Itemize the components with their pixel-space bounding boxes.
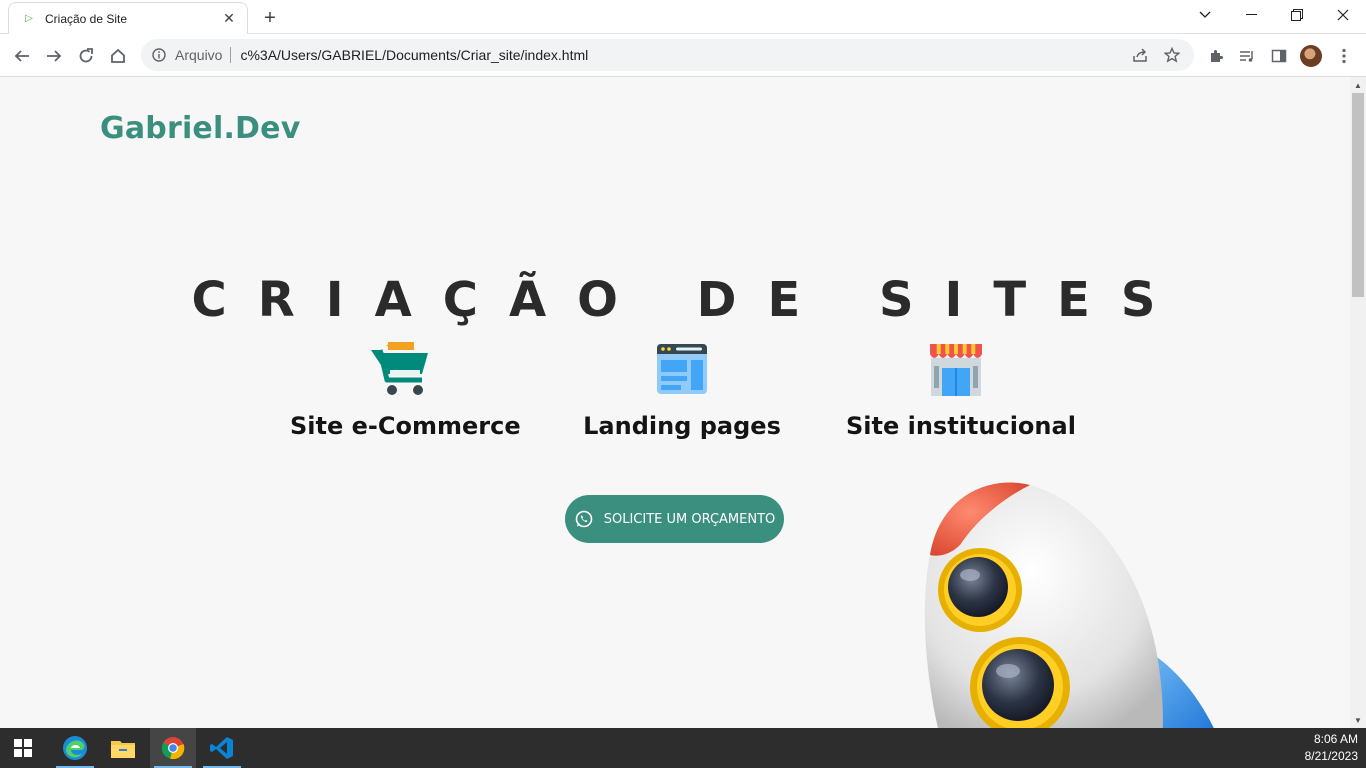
tab-title: Criação de Site (45, 11, 128, 26)
side-panel-button[interactable] (1265, 42, 1293, 70)
request-quote-button[interactable]: SOLICITE UM ORÇAMENTO (565, 495, 784, 543)
minimize-button[interactable] (1228, 0, 1274, 30)
media-control-button[interactable] (1233, 42, 1261, 70)
service-label: Site e-Commerce (290, 412, 521, 440)
avatar (1300, 45, 1322, 67)
browser-tab[interactable]: ▷ Criação de Site ✕ (8, 2, 248, 34)
file-explorer-icon (111, 741, 135, 758)
profile-button[interactable] (1297, 42, 1325, 70)
share-icon[interactable] (1128, 43, 1152, 67)
reload-button[interactable] (72, 42, 100, 70)
page-favicon-icon: ▷ (25, 13, 33, 24)
address-scheme-label: Arquivo (175, 47, 223, 63)
clock-date: 8/21/2023 (1304, 749, 1358, 763)
page-viewport: Gabriel.Dev CRIAÇÃO DE SITES Site e-Comm… (0, 77, 1350, 728)
site-logo[interactable]: Gabriel.Dev (100, 111, 300, 146)
address-bar[interactable]: Arquivo c%3A/Users/GABRIEL/Documents/Cri… (141, 39, 1194, 71)
taskbar-vscode[interactable] (199, 728, 245, 768)
chrome-icon (161, 737, 185, 760)
site-info-icon[interactable] (151, 47, 167, 63)
restore-button[interactable] (1274, 0, 1320, 30)
service-institucional: Site institucional (846, 342, 1076, 440)
close-tab-icon[interactable]: ✕ (221, 10, 237, 27)
close-window-button[interactable] (1320, 0, 1366, 30)
minimize-icon (1245, 14, 1257, 15)
start-button[interactable] (0, 728, 46, 768)
reload-icon (79, 48, 93, 63)
forward-button[interactable] (40, 42, 68, 70)
browser-toolbar: Arquivo c%3A/Users/GABRIEL/Documents/Cri… (0, 34, 1366, 77)
kebab-menu-icon (1342, 48, 1346, 64)
storefront-icon (930, 344, 982, 396)
scrollbar-thumb[interactable] (1352, 93, 1364, 297)
request-quote-label: SOLICITE UM ORÇAMENTO (603, 511, 776, 527)
playlist-icon (1240, 51, 1253, 62)
address-separator (230, 47, 232, 63)
tab-search-button[interactable] (1182, 0, 1228, 30)
browser-window-icon (657, 344, 707, 394)
edge-icon (63, 736, 87, 760)
extensions-button[interactable] (1202, 42, 1230, 70)
service-label: Site institucional (846, 412, 1076, 440)
side-panel-icon (1271, 49, 1287, 63)
vscode-icon (210, 737, 233, 759)
taskbar-edge[interactable] (52, 728, 98, 768)
bookmark-star-icon[interactable] (1160, 43, 1184, 67)
arrow-right-icon (47, 50, 62, 62)
menu-button[interactable] (1330, 42, 1358, 70)
hero-title: CRIAÇÃO DE SITES (191, 272, 1187, 328)
service-label: Landing pages (583, 412, 781, 440)
taskbar-chrome[interactable] (150, 728, 196, 768)
shopping-cart-icon (371, 342, 428, 395)
chevron-down-icon (1199, 11, 1211, 18)
puzzle-icon (1211, 50, 1223, 62)
restore-icon (1291, 9, 1303, 21)
whatsapp-icon (575, 510, 593, 528)
taskbar-file-explorer[interactable] (100, 728, 146, 768)
rocket-illustration (924, 482, 1214, 728)
windows-start-icon (14, 739, 32, 757)
windows-taskbar: 8:06 AM 8/21/2023 (0, 728, 1366, 768)
window-controls (1182, 0, 1366, 30)
arrow-left-icon (14, 50, 29, 62)
system-clock[interactable]: 8:06 AM 8/21/2023 (1305, 731, 1358, 765)
page-scrollbar[interactable]: ▲ ▼ (1350, 77, 1366, 728)
address-url[interactable]: c%3A/Users/GABRIEL/Documents/Criar_site/… (240, 47, 1120, 63)
new-tab-button[interactable]: + (258, 6, 282, 30)
back-button[interactable] (8, 42, 36, 70)
tab-strip: ▷ Criação de Site ✕ + (0, 0, 1366, 34)
home-icon (111, 48, 125, 63)
close-icon (1337, 9, 1349, 21)
scroll-down-arrow-icon[interactable]: ▼ (1350, 712, 1366, 728)
home-button[interactable] (104, 42, 132, 70)
service-ecommerce: Site e-Commerce (290, 342, 521, 440)
service-landing-pages: Landing pages (572, 342, 792, 440)
scroll-up-arrow-icon[interactable]: ▲ (1350, 77, 1366, 93)
clock-time: 8:06 AM (1313, 732, 1358, 746)
